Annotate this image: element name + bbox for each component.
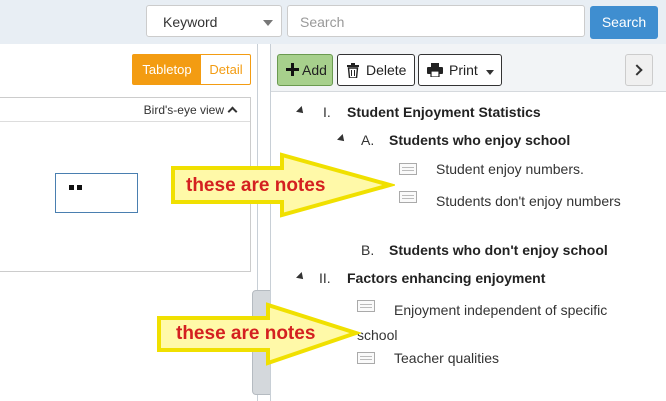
expand-triangle-icon[interactable] [296, 272, 306, 282]
annotation-text: these are notes [176, 323, 316, 344]
minimap-node [77, 185, 82, 190]
annotation-text: these are notes [186, 175, 326, 196]
delete-button[interactable]: Delete [337, 54, 415, 86]
search-button[interactable]: Search [590, 6, 658, 39]
outline-node[interactable]: B. Students who don't enjoy school [271, 242, 666, 262]
outline-title: Students who enjoy school [389, 132, 571, 148]
outline-node[interactable]: I. Student Enjoyment Statistics [271, 104, 666, 124]
note-text: Teacher qualities [394, 350, 500, 366]
view-mode-toggle: Tabletop Detail [132, 54, 251, 85]
note-text: Enjoyment independent of specific school [357, 302, 608, 343]
note-icon [399, 163, 417, 175]
trash-icon [347, 63, 359, 78]
expand-triangle-icon[interactable] [296, 106, 306, 116]
tabletop-button[interactable]: Tabletop [133, 55, 201, 84]
add-button-label: Add [302, 62, 327, 78]
outline-number: B. [361, 242, 375, 258]
chevron-up-icon [227, 106, 238, 117]
printer-icon [427, 63, 443, 77]
chevron-down-icon [263, 20, 273, 26]
outline-node[interactable]: A. Students who enjoy school [271, 132, 666, 152]
birds-eye-header[interactable]: Bird's-eye view [0, 98, 250, 122]
outline-number: I. [323, 104, 331, 120]
search-type-value: Keyword [163, 14, 218, 30]
note-text: Students don't enjoy numbers [436, 193, 621, 209]
minimap-node [69, 185, 74, 190]
plus-icon [286, 63, 299, 76]
outline-number: A. [361, 132, 375, 148]
print-button[interactable]: Print [418, 54, 502, 86]
search-input[interactable]: Search [287, 5, 585, 37]
outline-node[interactable]: II. Factors enhancing enjoyment [271, 270, 666, 290]
note-text: Student enjoy numbers. [436, 161, 584, 177]
outline-title: Factors enhancing enjoyment [347, 270, 546, 286]
outline-toolbar: Add Delete Print [271, 44, 666, 92]
outline-title: Students who don't enjoy school [389, 242, 608, 258]
top-search-bar: Keyword Search Search [0, 0, 666, 44]
chevron-right-icon [631, 64, 643, 76]
birds-eye-toggle[interactable]: Bird's-eye view [143, 103, 238, 117]
chevron-down-icon [486, 70, 494, 75]
detail-button[interactable]: Detail [201, 55, 251, 84]
add-button[interactable]: Add [277, 54, 333, 86]
search-placeholder: Search [300, 14, 345, 30]
search-type-select[interactable]: Keyword [146, 5, 282, 37]
print-button-label: Print [449, 62, 478, 78]
delete-button-label: Delete [366, 62, 407, 78]
panel-next-button[interactable] [625, 54, 653, 86]
expand-triangle-icon[interactable] [337, 134, 347, 144]
outline-title: Student Enjoyment Statistics [347, 104, 541, 120]
minimap-viewport[interactable] [55, 173, 138, 213]
outline-number: II. [319, 270, 331, 286]
birds-eye-label: Bird's-eye view [143, 103, 224, 117]
